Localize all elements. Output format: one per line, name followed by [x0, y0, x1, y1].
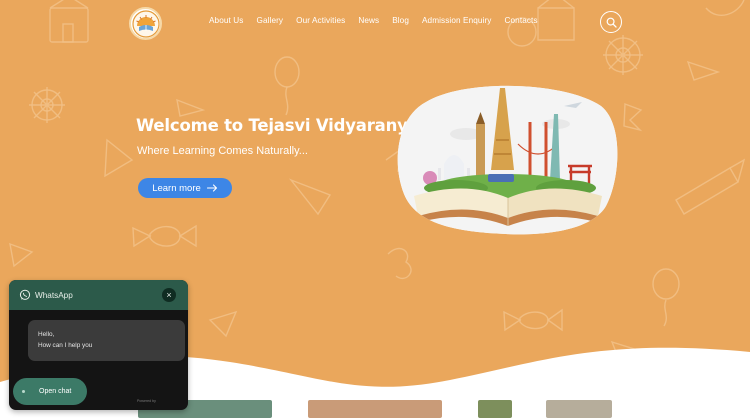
- close-icon: ×: [166, 289, 172, 300]
- hero-title: Welcome to Tejasvi Vidyaranya: [136, 116, 419, 135]
- status-dot-icon: [22, 390, 25, 393]
- whatsapp-message-line: Hello,: [38, 331, 55, 338]
- open-chat-label: Open chat: [39, 388, 72, 395]
- main-nav: About Us Gallery Our Activities News Blo…: [209, 16, 538, 25]
- whatsapp-title: WhatsApp: [35, 290, 73, 300]
- whatsapp-icon: [19, 289, 31, 300]
- open-chat-button[interactable]: Open chat: [13, 378, 87, 405]
- nav-gallery[interactable]: Gallery: [256, 16, 283, 25]
- hero-illustration: [397, 85, 618, 235]
- whatsapp-message-line: How can I help you: [38, 342, 93, 349]
- nav-news[interactable]: News: [358, 16, 379, 25]
- logo-emblem-icon: [131, 9, 160, 38]
- nav-our-activities[interactable]: Our Activities: [296, 16, 345, 25]
- nav-blog[interactable]: Blog: [392, 16, 409, 25]
- learn-more-label: Learn more: [152, 182, 201, 194]
- gallery-thumbnail[interactable]: [546, 400, 612, 418]
- gallery-thumbnail[interactable]: [308, 400, 442, 418]
- whatsapp-header: WhatsApp ×: [9, 280, 188, 310]
- learn-more-button[interactable]: Learn more: [138, 178, 232, 198]
- site-header: About Us Gallery Our Activities News Blo…: [0, 0, 750, 44]
- powered-by-text: Powered by: [137, 399, 156, 403]
- school-logo[interactable]: [129, 7, 162, 40]
- search-button[interactable]: [600, 11, 622, 33]
- nav-about-us[interactable]: About Us: [209, 16, 243, 25]
- hero-subtitle: Where Learning Comes Naturally...: [137, 145, 308, 157]
- whatsapp-widget: WhatsApp × Hello, How can I help you Ope…: [9, 280, 188, 410]
- nav-contacts[interactable]: Contacts: [505, 16, 538, 25]
- nav-admission-enquiry[interactable]: Admission Enquiry: [422, 16, 492, 25]
- powered-by-label: Powered by: [137, 399, 156, 403]
- whatsapp-message-bubble: Hello, How can I help you: [28, 320, 185, 361]
- whatsapp-close-button[interactable]: ×: [162, 288, 176, 302]
- gallery-thumbnail[interactable]: [478, 400, 512, 418]
- arrow-right-icon: [206, 184, 217, 192]
- search-icon: [606, 17, 617, 28]
